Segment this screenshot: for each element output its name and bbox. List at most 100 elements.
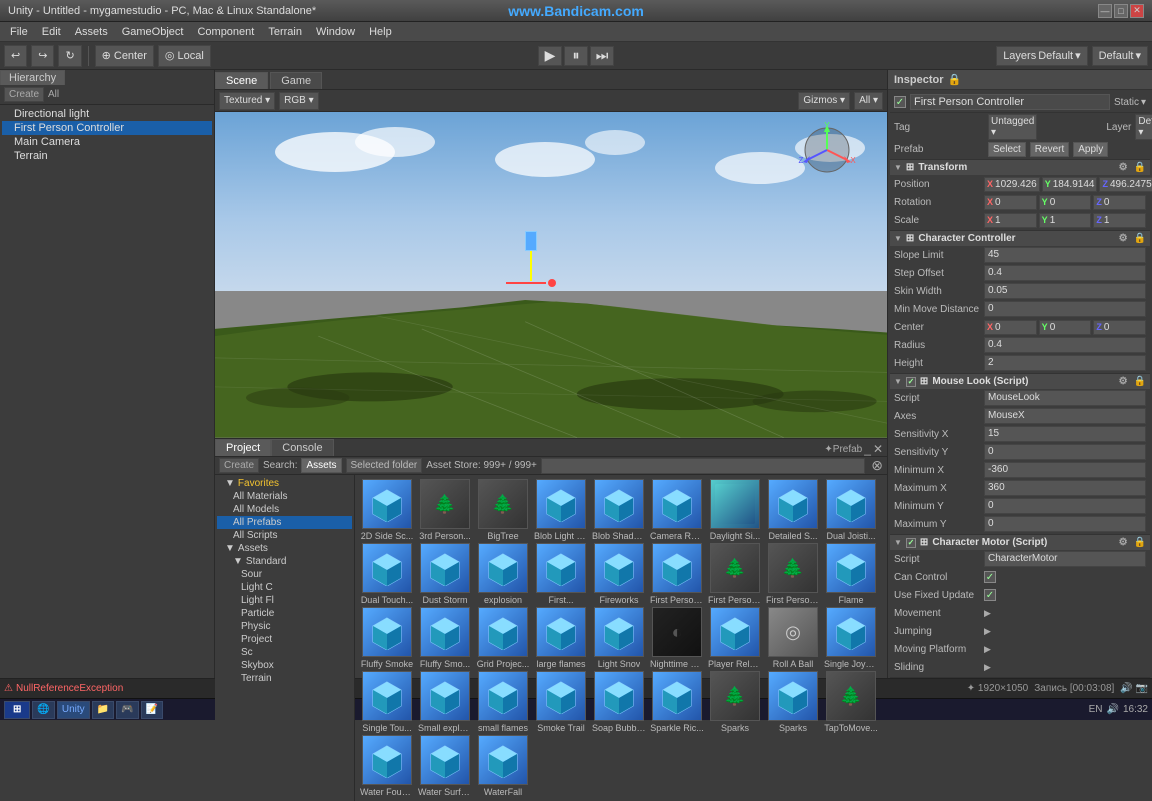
menu-file[interactable]: File: [4, 25, 34, 39]
char-motor-checkbox[interactable]: ✓: [906, 538, 916, 548]
taskbar-unity[interactable]: Unity: [57, 701, 90, 719]
mouse-look-section[interactable]: ▼ ✓ ⊞ Mouse Look (Script) ⚙ 🔒: [890, 373, 1150, 389]
menu-component[interactable]: Component: [191, 25, 260, 39]
asset-item-5[interactable]: Camera Rel...: [649, 479, 705, 541]
pos-z-field[interactable]: Z 496.2475: [1099, 177, 1152, 192]
refresh-button[interactable]: ↻: [58, 45, 81, 67]
window-controls[interactable]: — □ ✕: [1098, 4, 1144, 18]
slope-limit-value[interactable]: 45: [984, 247, 1146, 263]
scale-x-field[interactable]: X 1: [984, 213, 1037, 228]
use-fixed-checkbox[interactable]: ✓: [984, 589, 996, 601]
mouse-look-lock-icon[interactable]: 🔒: [1134, 376, 1146, 387]
menu-gameobject[interactable]: GameObject: [116, 25, 190, 39]
undo-button[interactable]: ↩: [4, 45, 27, 67]
game-tab[interactable]: Game: [270, 72, 322, 89]
layout-dropdown[interactable]: Default ▾: [1092, 46, 1148, 66]
sidebar-light-c[interactable]: Light C: [217, 581, 352, 594]
taskbar-app2[interactable]: 🎮: [116, 701, 138, 719]
center-y-field[interactable]: Y 0: [1039, 320, 1092, 335]
selected-folder-btn[interactable]: Selected folder: [346, 458, 423, 473]
menu-window[interactable]: Window: [310, 25, 361, 39]
max-x-value[interactable]: 360: [984, 480, 1146, 496]
asset-item-13[interactable]: Fireworks: [591, 543, 647, 605]
search-input[interactable]: [541, 458, 865, 474]
transform-gear-icon[interactable]: ⚙: [1119, 162, 1128, 173]
menu-help[interactable]: Help: [363, 25, 398, 39]
asset-item-2[interactable]: 🌲BigTree: [475, 479, 531, 541]
char-ctrl-gear-icon[interactable]: ⚙: [1119, 233, 1128, 244]
close-button[interactable]: ✕: [1130, 4, 1144, 18]
sliding-expand[interactable]: ▶: [984, 662, 991, 673]
sidebar-physic[interactable]: Physic: [217, 620, 352, 633]
script-value[interactable]: MouseLook: [984, 390, 1146, 406]
layers-dropdown[interactable]: Layers Default ▾: [996, 46, 1087, 66]
prefab-revert-btn[interactable]: Revert: [1030, 142, 1069, 157]
char-ctrl-lock-icon[interactable]: 🔒: [1134, 233, 1146, 244]
jumping-expand[interactable]: ▶: [984, 626, 991, 637]
asset-item-26[interactable]: Single Joyst...: [823, 607, 879, 669]
transform-lock-icon[interactable]: 🔒: [1134, 162, 1146, 173]
asset-item-32[interactable]: Sparkle Ric...: [649, 671, 705, 733]
create-btn[interactable]: Create: [219, 458, 259, 473]
shading-dropdown[interactable]: Textured ▾: [219, 92, 275, 110]
minimize-button[interactable]: —: [1098, 4, 1112, 18]
asset-item-27[interactable]: Single Tou...: [359, 671, 415, 733]
asset-item-35[interactable]: 🌲TapToMove...: [823, 671, 879, 733]
asset-item-10[interactable]: Dust Storm: [417, 543, 473, 605]
error-status[interactable]: ⚠ NullReferenceException: [4, 683, 123, 694]
asset-item-1[interactable]: 🌲3rd Person...: [417, 479, 473, 541]
asset-item-20[interactable]: Grid Projec...: [475, 607, 531, 669]
search-clear-icon[interactable]: ⊗: [871, 457, 883, 474]
sidebar-favorites[interactable]: ▼ Favorites: [217, 477, 352, 490]
asset-item-15[interactable]: 🌲First Person...: [707, 543, 763, 605]
asset-item-0[interactable]: 2D Side Sc...: [359, 479, 415, 541]
lock-icon[interactable]: 🔒: [948, 73, 962, 86]
char-motor-gear-icon[interactable]: ⚙: [1119, 537, 1128, 548]
tag-dropdown[interactable]: Untagged ▾: [988, 114, 1037, 140]
transform-section[interactable]: ▼ ⊞ Transform ⚙ 🔒: [890, 159, 1150, 175]
prefab-apply-btn[interactable]: Apply: [1073, 142, 1108, 157]
scene-viewport[interactable]: Y X Z: [215, 112, 887, 438]
sens-y-value[interactable]: 0: [984, 444, 1146, 460]
motor-script-value[interactable]: CharacterMotor: [984, 551, 1146, 567]
asset-item-25[interactable]: ◎Roll A Ball: [765, 607, 821, 669]
pos-x-field[interactable]: X 1029.426: [984, 177, 1040, 192]
asset-item-36[interactable]: Water Foun...: [359, 735, 415, 797]
asset-item-16[interactable]: 🌲First Person...: [765, 543, 821, 605]
char-motor-section[interactable]: ▼ ✓ ⊞ Character Motor (Script) ⚙ 🔒: [890, 534, 1150, 550]
asset-item-19[interactable]: Fluffy Smo...: [417, 607, 473, 669]
hierarchy-item-directional[interactable]: Directional light: [2, 107, 212, 121]
axes-value[interactable]: MouseX: [984, 408, 1146, 424]
asset-item-22[interactable]: Light Snov: [591, 607, 647, 669]
rot-y-field[interactable]: Y 0: [1039, 195, 1092, 210]
project-tab[interactable]: Project: [215, 439, 271, 456]
sidebar-particle[interactable]: Particle: [217, 607, 352, 620]
asset-item-9[interactable]: Dual Touch...: [359, 543, 415, 605]
maximize-button[interactable]: □: [1114, 4, 1128, 18]
asset-item-7[interactable]: Detailed S...: [765, 479, 821, 541]
assets-filter-btn[interactable]: Assets: [301, 458, 341, 473]
project-close-icon[interactable]: ✕: [873, 442, 883, 456]
movement-expand[interactable]: ▶: [984, 608, 991, 619]
can-control-checkbox[interactable]: ✓: [984, 571, 996, 583]
asset-item-18[interactable]: Fluffy Smoke: [359, 607, 415, 669]
rot-z-field[interactable]: Z 0: [1093, 195, 1146, 210]
asset-item-6[interactable]: Daylight Si...: [707, 479, 763, 541]
hierarchy-item-terrain[interactable]: Terrain: [2, 149, 212, 163]
sidebar-all-models[interactable]: All Models: [217, 503, 352, 516]
sidebar-all-prefabs[interactable]: All Prefabs: [217, 516, 352, 529]
asset-item-31[interactable]: Soap Bubbl...: [591, 671, 647, 733]
play-button[interactable]: ▶: [538, 46, 562, 66]
sidebar-scripts[interactable]: Sc: [217, 646, 352, 659]
skin-width-value[interactable]: 0.05: [984, 283, 1146, 299]
asset-item-11[interactable]: explosion: [475, 543, 531, 605]
layer-dropdown[interactable]: Default ▾: [1135, 114, 1152, 140]
asset-item-3[interactable]: Blob Light P...: [533, 479, 589, 541]
taskbar-app3[interactable]: 📝: [141, 701, 163, 719]
min-y-value[interactable]: 0: [984, 498, 1146, 514]
height-value[interactable]: 2: [984, 355, 1146, 371]
char-ctrl-section[interactable]: ▼ ⊞ Character Controller ⚙ 🔒: [890, 230, 1150, 246]
transform-local-btn[interactable]: ◎ Local: [158, 45, 211, 67]
asset-item-17[interactable]: Flame: [823, 543, 879, 605]
center-x-field[interactable]: X 0: [984, 320, 1037, 335]
